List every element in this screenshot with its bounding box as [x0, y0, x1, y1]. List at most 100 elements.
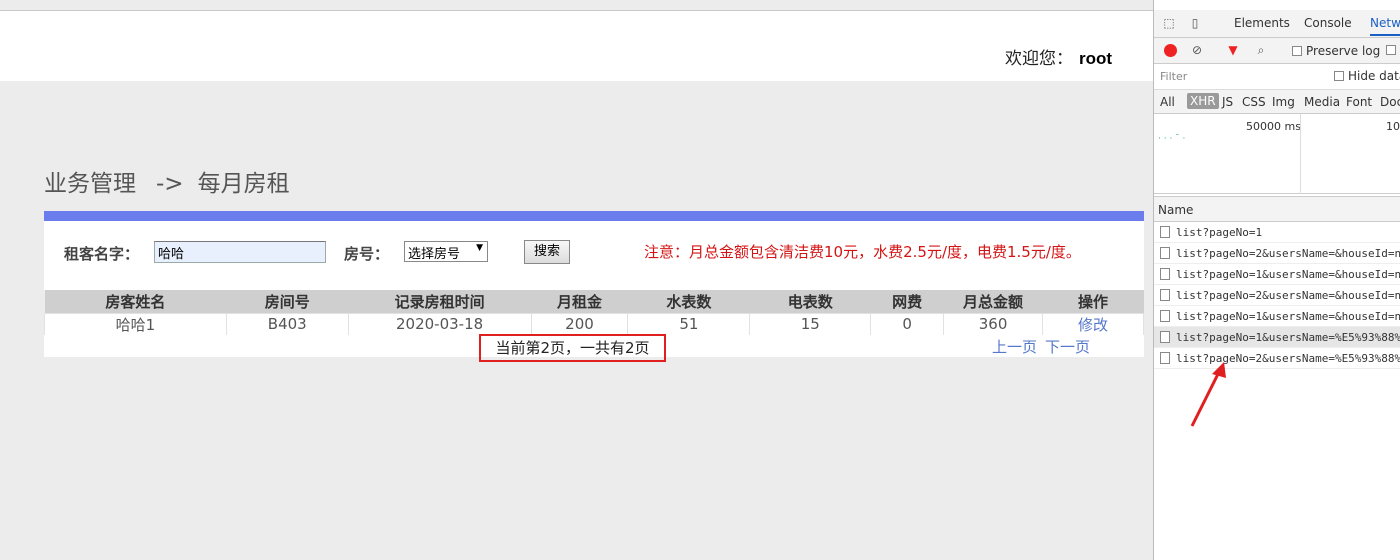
tab-console[interactable]: Console: [1304, 16, 1352, 30]
header-bar: 欢迎您： root: [0, 11, 1153, 81]
next-page-link[interactable]: 下一页: [1045, 338, 1090, 356]
request-name: list?pageNo=1&usersName=%E5%93%88%: [1176, 331, 1400, 344]
disable-cache-checkbox[interactable]: [1386, 45, 1396, 55]
tab-elements[interactable]: Elements: [1234, 16, 1290, 30]
request-row[interactable]: list?pageNo=2&usersName=&houseId=nu: [1154, 285, 1400, 306]
breadcrumb-arrow: ->: [156, 171, 184, 197]
cell-internet-fee: 0: [870, 312, 945, 336]
type-all[interactable]: All: [1160, 95, 1175, 109]
breadcrumb: 业务管理 -> 每月房租: [44, 164, 290, 198]
type-media[interactable]: Media: [1304, 95, 1340, 109]
type-doc[interactable]: Doc: [1380, 95, 1400, 109]
rent-table: 房客姓名 房间号 记录房租时间 月租金 水表数 电表数 网费 月总金额 操作 哈…: [44, 290, 1144, 336]
tab-network[interactable]: Netwo: [1370, 16, 1400, 36]
timeline-marks: · · · ˘ ·: [1158, 134, 1186, 144]
network-filter-bar: Filter Hide data: [1154, 64, 1400, 90]
timeline-tick-1: 50000 ms: [1246, 120, 1301, 133]
request-name: list?pageNo=2&usersName=&houseId=nu: [1176, 247, 1400, 260]
house-label: 房号：: [344, 245, 390, 263]
filter-icon[interactable]: ▼: [1226, 43, 1240, 57]
file-icon: [1160, 289, 1170, 301]
search-panel: 租客名字： 哈哈 房号： 选择房号 ▼ 搜索 注意：月总金额包含清洁费10元，水…: [44, 221, 1144, 290]
page-info: 当前第2页，一共有2页: [479, 334, 666, 362]
cell-actions: 修改: [1042, 312, 1144, 336]
type-css[interactable]: CSS: [1242, 95, 1266, 109]
request-row[interactable]: list?pageNo=1&usersName=&houseId=nu: [1154, 264, 1400, 285]
preserve-log-checkbox[interactable]: [1292, 46, 1302, 56]
table-row: 哈哈1 B403 2020-03-18 200 51 15 0 360 修改: [44, 312, 1144, 336]
dropdown-arrow-icon: ▼: [476, 243, 483, 253]
file-icon: [1160, 310, 1170, 322]
house-select-value: 选择房号: [408, 247, 461, 262]
record-icon[interactable]: [1164, 44, 1177, 57]
edit-link[interactable]: 修改: [1078, 316, 1108, 334]
hide-data-label: Hide data: [1348, 69, 1400, 83]
file-icon: [1160, 331, 1170, 343]
devtools-tabbar: ⬚ ▯ Elements Console Netwo: [1154, 10, 1400, 38]
request-name: list?pageNo=1: [1176, 226, 1263, 239]
prev-page-link[interactable]: 上一页: [992, 338, 1037, 356]
fee-notice: 注意：月总金额包含清洁费10元，水费2.5元/度，电费1.5元/度。: [644, 243, 1081, 261]
preserve-log-label: Preserve log: [1306, 44, 1381, 58]
col-internet-fee: 网费: [870, 290, 944, 313]
col-monthly-rent: 月租金: [531, 290, 628, 313]
col-electric-meter: 电表数: [749, 290, 871, 313]
network-toolbar: ⊘ ▼ ⌕ Preserve log: [1154, 38, 1400, 64]
file-icon: [1160, 226, 1170, 238]
cell-room-no: B403: [225, 312, 349, 336]
inspect-icon[interactable]: ⬚: [1162, 16, 1176, 30]
main-page: 欢迎您： root 业务管理 -> 每月房租 租客名字： 哈哈 房号： 选择房号 ▼ …: [0, 0, 1153, 560]
type-font[interactable]: Font: [1346, 95, 1372, 109]
username: root: [1078, 49, 1112, 68]
tenant-name-input[interactable]: 哈哈: [154, 241, 326, 263]
col-room-no: 房间号: [226, 290, 349, 313]
type-xhr[interactable]: XHR: [1187, 93, 1219, 109]
filter-input[interactable]: Filter: [1157, 68, 1321, 86]
col-record-time: 记录房租时间: [348, 290, 532, 313]
search-button[interactable]: 搜索: [524, 240, 570, 264]
request-name: list?pageNo=2&usersName=%E5%93%88%: [1176, 352, 1400, 365]
accent-bar: [44, 211, 1144, 221]
cell-total-amount: 360: [943, 312, 1044, 336]
name-column-header[interactable]: Name: [1154, 196, 1400, 222]
cell-electric-meter: 15: [749, 312, 872, 336]
request-row[interactable]: list?pageNo=1&usersName=&houseId=nu: [1154, 306, 1400, 327]
request-row[interactable]: list?pageNo=1&usersName=%E5%93%88%: [1154, 327, 1400, 348]
page-links: 上一页 下一页: [984, 336, 1090, 357]
cell-monthly-rent: 200: [530, 312, 629, 336]
device-toggle-icon[interactable]: ▯: [1188, 16, 1202, 30]
request-row[interactable]: list?pageNo=2&usersName=%E5%93%88%: [1154, 348, 1400, 369]
devtools-panel: ⬚ ▯ Elements Console Netwo ⊘ ▼ ⌕ Preserv…: [1153, 0, 1400, 560]
request-name: list?pageNo=2&usersName=&houseId=nu: [1176, 289, 1400, 302]
preserve-log-toggle[interactable]: Preserve log: [1292, 44, 1380, 58]
breadcrumb-page: 每月房租: [197, 171, 290, 197]
file-icon: [1160, 247, 1170, 259]
timeline-tick-2: 10: [1386, 120, 1400, 133]
request-list: list?pageNo=1 list?pageNo=2&usersName=&h…: [1154, 222, 1400, 369]
pagination-bar: 当前第2页，一共有2页 上一页 下一页: [44, 334, 1144, 362]
file-icon: [1160, 268, 1170, 280]
cell-water-meter: 51: [627, 312, 751, 336]
welcome-label: 欢迎您：: [1004, 49, 1073, 68]
col-total-amount: 月总金额: [943, 290, 1043, 313]
search-icon[interactable]: ⌕: [1254, 43, 1268, 57]
request-name: list?pageNo=1&usersName=&houseId=nu: [1176, 310, 1400, 323]
timeline-divider: [1300, 114, 1301, 194]
type-img[interactable]: Img: [1272, 95, 1295, 109]
house-select[interactable]: 选择房号 ▼: [404, 241, 488, 262]
col-water-meter: 水表数: [627, 290, 750, 313]
welcome-text: 欢迎您： root: [1005, 44, 1112, 69]
hide-data-checkbox[interactable]: [1334, 71, 1344, 81]
file-icon: [1160, 352, 1170, 364]
hide-data-toggle[interactable]: Hide data: [1334, 69, 1400, 83]
col-tenant-name: 房客姓名: [44, 290, 227, 313]
network-timeline: 50000 ms 10 · · · ˘ ·: [1154, 114, 1400, 194]
request-row[interactable]: list?pageNo=1: [1154, 222, 1400, 243]
request-name: list?pageNo=1&usersName=&houseId=nu: [1176, 268, 1400, 281]
request-row[interactable]: list?pageNo=2&usersName=&houseId=nu: [1154, 243, 1400, 264]
col-actions: 操作: [1042, 290, 1144, 313]
clear-icon[interactable]: ⊘: [1190, 43, 1204, 57]
type-js[interactable]: JS: [1222, 95, 1233, 109]
table-header-row: 房客姓名 房间号 记录房租时间 月租金 水表数 电表数 网费 月总金额 操作: [44, 290, 1144, 313]
cell-record-time: 2020-03-18: [347, 312, 532, 336]
